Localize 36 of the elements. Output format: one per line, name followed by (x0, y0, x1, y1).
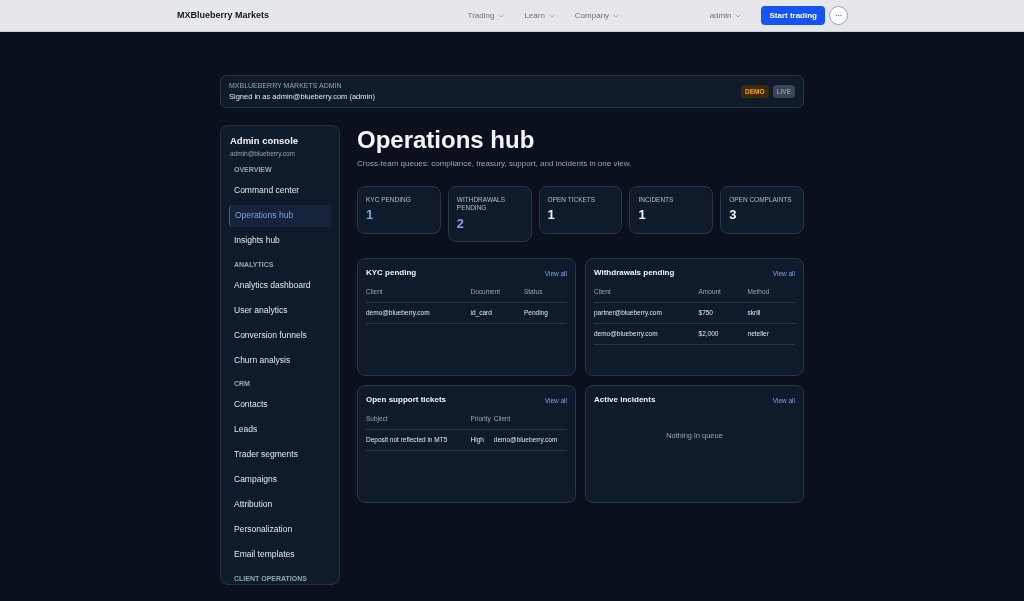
chevron-down-icon (498, 13, 505, 18)
sidebar-title: Admin console (229, 134, 300, 148)
start-trading-button[interactable]: Start trading (761, 6, 825, 25)
chevron-down-icon (735, 13, 742, 18)
sidebar-item[interactable]: Personalization (229, 518, 331, 541)
sidebar-item[interactable]: Operations hub (229, 204, 331, 227)
sidebar-item[interactable]: Analytics dashboard (229, 274, 331, 296)
user-menu[interactable]: admin (709, 9, 742, 22)
metric-value: 1 (638, 206, 647, 225)
panel-title: KYC pending (366, 267, 417, 280)
page-title: Operations hub (357, 128, 536, 152)
brand-name[interactable]: MXBlueberry Markets (177, 8, 337, 23)
sidebar-item[interactable]: Leads (229, 418, 331, 441)
sidebar-item[interactable]: Attribution (229, 493, 331, 516)
nav-menu[interactable]: Learn (524, 9, 555, 22)
sidebar-item[interactable]: User analytics (229, 299, 331, 321)
sidebar-item[interactable]: Churn analysis (229, 349, 331, 371)
sidebar-item[interactable]: Campaigns (229, 468, 331, 491)
sidebar-item[interactable]: Insights hub (229, 229, 331, 252)
metric-value: 1 (547, 206, 556, 225)
sidebar-item[interactable]: Email templates (229, 543, 331, 566)
metric-value: 3 (729, 206, 738, 225)
panel-title: Active incidents (594, 394, 656, 407)
sidebar-item[interactable]: Trader segments (229, 443, 331, 466)
chevron-down-icon (548, 13, 555, 18)
panel-title: Open support tickets (366, 394, 446, 407)
nav-menu[interactable]: Company (574, 9, 620, 22)
sidebar-item[interactable]: Conversion funnels (229, 324, 331, 346)
page-subtitle: Cross-team queues: compliance, treasury, support, and incidents in one view. (357, 158, 633, 170)
nav-menu[interactable]: Trading (467, 9, 505, 22)
chevron-down-icon (613, 13, 620, 18)
metric-value: 1 (366, 206, 375, 225)
sidebar-item[interactable]: Contacts (229, 393, 331, 416)
metric-value: 2 (456, 214, 466, 233)
panel-title: Withdrawals pending (594, 267, 675, 280)
sidebar-item[interactable]: Command center (229, 179, 331, 202)
